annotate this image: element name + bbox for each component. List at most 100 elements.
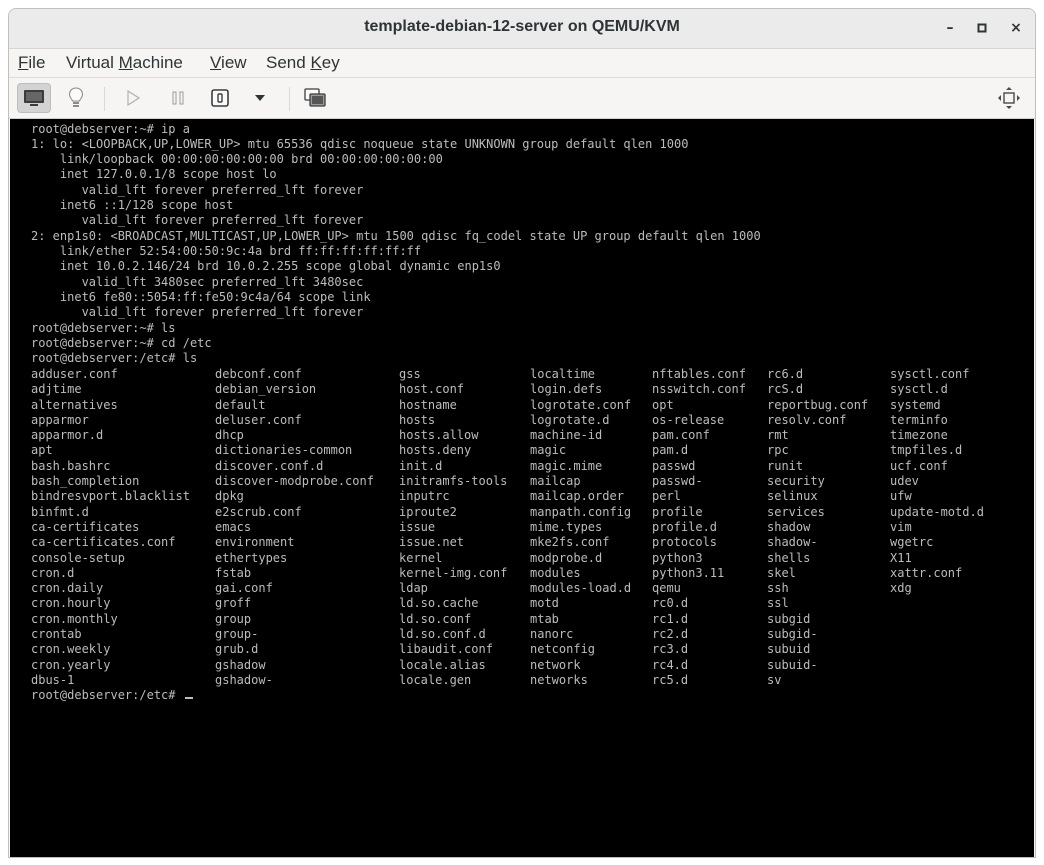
ls-entry: subgid- (767, 627, 818, 642)
ls-entry: udev (890, 474, 919, 489)
snapshots-icon (304, 88, 326, 107)
ls-entry: nsswitch.conf (652, 382, 746, 397)
console-line: valid_lft forever preferred_lft forever (31, 183, 364, 197)
ls-entry: ca-certificates (31, 519, 140, 534)
ls-entry: shadow- (767, 535, 818, 550)
vm-console[interactable]: root@debserver:~# ip a 1: lo: <LOOPBACK,… (10, 119, 1034, 857)
ls-entry: cron.monthly (31, 611, 118, 626)
ls-column: rc6.d rcS.d reportbug.conf resolv.conf rmt rp… (767, 367, 868, 688)
ls-entry: sv (767, 672, 782, 687)
ls-entry: debconf.conf (215, 367, 302, 381)
ls-entry: security (767, 474, 825, 489)
console-line: valid_lft 3480sec preferred_lft 3480sec (31, 275, 364, 289)
ls-entry: bindresvport.blacklist (31, 489, 190, 504)
console-line: valid_lft forever preferred_lft forever (31, 213, 364, 227)
ls-entry: bash_completion (31, 474, 140, 489)
ls-entry: selinux (767, 489, 818, 504)
toolbar (9, 78, 1035, 119)
ls-entry: alternatives (31, 397, 118, 412)
ls-entry: dbus-1 (31, 672, 75, 687)
minimize-button[interactable]: – (938, 17, 962, 39)
ls-entry: qemu (652, 581, 681, 596)
minimize-icon: – (946, 20, 954, 36)
ls-entry: binfmt.d (31, 504, 89, 519)
ls-entry: os-release (652, 412, 725, 427)
monitor-icon (24, 90, 44, 106)
ls-entry: rmt (767, 428, 789, 443)
close-button[interactable]: × (1004, 17, 1028, 39)
menu-vm-mnemonic: M (118, 53, 133, 72)
text-cursor (184, 697, 193, 699)
ls-entry: gshadow (215, 657, 266, 672)
ls-entry: host.conf (399, 382, 465, 397)
ls-column: localtime login.defs logrotate.conf logrota… (530, 367, 631, 688)
menu-bar: File Virtual Machine View Send Key (9, 49, 1035, 78)
ls-entry: bash.bashrc (31, 458, 111, 473)
ls-entry: rc6.d (767, 367, 804, 381)
ls-entry: ldap (399, 581, 428, 596)
console-line: inet 127.0.0.1/8 scope host lo (31, 167, 277, 181)
pause-button[interactable] (161, 83, 195, 113)
console-prompt: root@debserver:/etc# (31, 688, 193, 703)
menu-sendkey-mnemonic: K (310, 53, 322, 72)
menu-file-mnemonic: F (18, 53, 29, 72)
ls-entry: reportbug.conf (767, 397, 869, 412)
console-line: inet 10.0.2.146/24 brd 10.0.2.255 scope … (31, 259, 501, 273)
ls-entry: shadow (767, 519, 811, 534)
maximize-button[interactable] (970, 17, 994, 39)
ls-entry: sysctl.d (890, 382, 948, 397)
snapshots-button[interactable] (298, 83, 332, 113)
shutdown-menu-button[interactable] (243, 83, 277, 113)
ls-entry: initramfs-tools (399, 474, 508, 489)
ls-entry: libaudit.conf (399, 642, 493, 657)
ls-entry: locale.alias (399, 657, 486, 672)
ls-entry: ufw (890, 489, 912, 504)
ls-entry: adduser.conf (31, 367, 118, 381)
console-view-button[interactable] (17, 83, 51, 113)
pause-icon (172, 91, 184, 105)
ls-entry: hostname (399, 397, 457, 412)
menu-virtual-machine[interactable]: Virtual Machine (66, 53, 183, 73)
ls-entry: terminfo (890, 412, 948, 427)
menu-send-key[interactable]: Send Key (266, 53, 340, 73)
ls-entry: passwd (652, 458, 696, 473)
menu-file-rest: ile (28, 53, 46, 72)
ls-entry: kernel-img.conf (399, 565, 508, 580)
ls-entry: nftables.conf (652, 367, 746, 381)
menu-file[interactable]: File (18, 53, 45, 73)
title-bar[interactable]: template-debian-12-server on QEMU/KVM – … (9, 9, 1035, 49)
ls-entry: ssh (767, 581, 789, 596)
ls-column: nftables.conf nsswitch.conf opt os-release p… (652, 367, 746, 688)
vm-window: template-debian-12-server on QEMU/KVM – … (8, 8, 1036, 858)
ls-entry: localtime (530, 367, 596, 381)
ls-entry: crontab (31, 627, 82, 642)
ls-entry: network (530, 657, 581, 672)
menu-view[interactable]: View (210, 53, 247, 73)
ls-entry: deluser.conf (215, 412, 302, 427)
ls-entry: groff (215, 596, 252, 611)
menu-sendkey-part2: ey (321, 53, 340, 72)
ls-entry: perl (652, 489, 681, 504)
ls-entry: dhcp (215, 428, 244, 443)
console-line: root@debserver:/etc# ls (31, 351, 198, 365)
menu-view-mnemonic: V (210, 53, 222, 72)
ls-entry: rc0.d (652, 596, 689, 611)
shutdown-button[interactable] (203, 83, 237, 113)
ls-entry: init.d (399, 458, 443, 473)
fullscreen-button[interactable] (992, 83, 1026, 113)
ls-entry: rc5.d (652, 672, 689, 687)
details-view-button[interactable] (59, 83, 93, 113)
ls-entry: rc3.d (652, 642, 689, 657)
ls-entry: modules (530, 565, 581, 580)
ls-entry: apt (31, 443, 53, 458)
toolbar-separator (104, 87, 105, 111)
ls-column: gss host.conf hostname hosts hosts.allow host… (399, 367, 507, 688)
ls-entry: rcS.d (767, 382, 804, 397)
ls-entry: magic.mime (530, 458, 603, 473)
console-line: root@debserver:~# ls (31, 321, 176, 335)
ls-entry: locale.gen (399, 672, 472, 687)
ls-entry: xdg (890, 581, 912, 596)
run-button[interactable] (116, 83, 150, 113)
ls-entry: mime.types (530, 519, 603, 534)
ls-entry: console-setup (31, 550, 125, 565)
